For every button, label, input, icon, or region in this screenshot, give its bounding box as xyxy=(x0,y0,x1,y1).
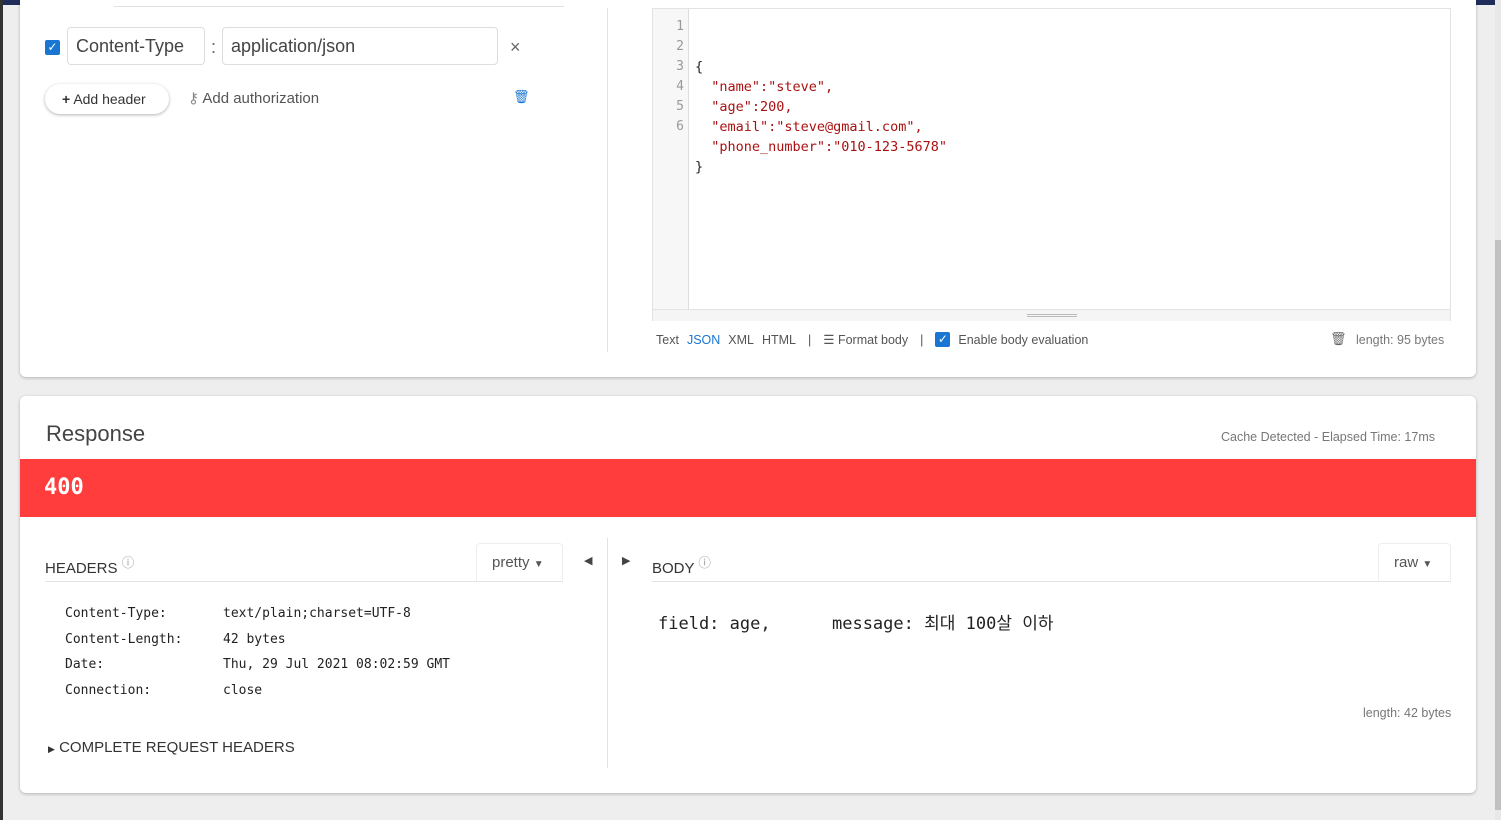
line-number: 5 xyxy=(676,99,684,114)
header-value: text/plain;charset=UTF-8 xyxy=(223,606,411,621)
window-edge xyxy=(0,0,3,820)
body-editor[interactable]: 1 2 3 4 5 6 { "name":"steve", "age":200, "ema… xyxy=(652,8,1451,321)
format-text[interactable]: Text xyxy=(656,333,679,347)
header-value: close xyxy=(223,683,263,699)
headers-list: Content-Type: text/plain;charset=UTF-8 Co… xyxy=(65,601,450,704)
format-body-button[interactable]: ☰ Format body xyxy=(823,332,908,347)
header-key: Connection: xyxy=(65,683,152,699)
code-line: "age":200, xyxy=(695,99,793,115)
complete-request-headers-toggle[interactable]: ▶ COMPLETE REQUEST HEADERS xyxy=(48,739,295,756)
raw-dropdown[interactable]: raw ▼ xyxy=(1378,543,1451,581)
header-value-input[interactable]: application/json xyxy=(222,27,498,65)
header-name-input[interactable]: Content-Type xyxy=(67,27,205,65)
caret-right-icon: ▶ xyxy=(48,744,55,754)
format-json[interactable]: JSON xyxy=(687,333,720,347)
header-key: Content-Length: xyxy=(65,631,183,647)
code-line: "phone_number":"010-123-5678" xyxy=(695,139,947,155)
add-header-label: Add header xyxy=(73,91,146,107)
header-value: Thu, 29 Jul 2021 08:02:59 GMT xyxy=(223,657,450,673)
scrollbar[interactable] xyxy=(1495,0,1501,820)
divider xyxy=(607,8,608,352)
divider xyxy=(114,6,564,7)
status-code-bar: 400 xyxy=(20,459,1476,517)
separator: | xyxy=(808,332,812,347)
request-panel: ✓ Content-Type : application/json × + Ad… xyxy=(20,0,1476,377)
format-html[interactable]: HTML xyxy=(762,333,796,347)
complete-headers-label: COMPLETE REQUEST HEADERS xyxy=(59,739,295,756)
line-number: 2 xyxy=(676,39,684,54)
header-key: Content-Type: xyxy=(65,606,167,621)
caret-down-icon: ▼ xyxy=(1422,559,1433,570)
body-label: BODY ⓘ xyxy=(652,552,711,577)
response-length: length: 42 bytes xyxy=(1363,706,1452,720)
elapsed-time: Cache Detected - Elapsed Time: 17ms xyxy=(1221,430,1435,444)
raw-label: raw xyxy=(1394,554,1419,571)
pretty-label: pretty xyxy=(492,554,530,571)
format-body-label: Format body xyxy=(837,333,909,347)
trash-icon[interactable]: 🗑 xyxy=(1330,331,1347,347)
help-icon[interactable]: ⓘ xyxy=(122,556,135,570)
line-number: 3 xyxy=(676,59,684,74)
body-toolbar: Text JSON XML HTML | ☰ Format body | ✓ E… xyxy=(656,332,1088,347)
line-number: 1 xyxy=(676,19,684,34)
code-line: } xyxy=(695,159,704,175)
align-icon: ☰ xyxy=(823,333,835,347)
scrollbar-thumb[interactable] xyxy=(1495,240,1501,810)
header-enabled-checkbox[interactable]: ✓ xyxy=(45,40,60,55)
trash-icon[interactable]: 🗑 xyxy=(513,89,530,105)
response-panel: Response Cache Detected - Elapsed Time: … xyxy=(20,396,1476,793)
line-numbers: 1 2 3 4 5 6 xyxy=(653,9,689,309)
headers-label: HEADERS ⓘ xyxy=(45,552,134,577)
body-text: BODY xyxy=(652,560,695,577)
header-row: Content-Type: text/plain;charset=UTF-8 xyxy=(65,601,450,627)
headers-text: HEADERS xyxy=(45,560,118,577)
divider xyxy=(652,581,1451,582)
body-length: length: 95 bytes xyxy=(1356,333,1445,347)
resize-handle[interactable] xyxy=(653,309,1450,321)
header-key: Date: xyxy=(65,657,105,673)
code-line: "name":"steve", xyxy=(695,79,834,95)
key-icon: ⚷ xyxy=(188,90,199,107)
line-number: 6 xyxy=(676,119,684,134)
format-xml[interactable]: XML xyxy=(728,333,754,347)
remove-header-icon[interactable]: × xyxy=(510,37,521,58)
line-number: 4 xyxy=(676,79,684,94)
header-row: Content-Length: 42 bytes xyxy=(65,627,450,653)
code-content: { "name":"steve", "age":200, "email":"st… xyxy=(695,17,947,217)
help-icon[interactable]: ⓘ xyxy=(698,556,711,570)
caret-down-icon: ▼ xyxy=(533,559,544,570)
enable-eval-checkbox[interactable]: ✓ xyxy=(935,332,951,347)
divider xyxy=(607,538,608,768)
separator: | xyxy=(920,332,924,347)
header-value: 42 bytes xyxy=(223,631,286,647)
header-row: Connection: close xyxy=(65,678,450,704)
expand-right-icon[interactable]: ▶ xyxy=(622,554,630,567)
divider xyxy=(45,581,563,582)
code-line: { xyxy=(695,59,704,75)
add-authorization-link[interactable]: ⚷ Add authorization xyxy=(188,89,319,107)
add-header-button[interactable]: + Add header xyxy=(45,84,169,114)
enable-eval-label: Enable body evaluation xyxy=(958,332,1089,347)
plus-icon: + xyxy=(62,91,71,107)
separator: : xyxy=(211,37,217,57)
pretty-dropdown[interactable]: pretty ▼ xyxy=(476,543,563,581)
add-authorization-label: Add authorization xyxy=(202,90,320,107)
header-row: Date: Thu, 29 Jul 2021 08:02:59 GMT xyxy=(65,652,450,678)
response-title: Response xyxy=(46,421,146,446)
code-line: "email":"steve@gmail.com", xyxy=(695,119,923,135)
collapse-left-icon[interactable]: ◀ xyxy=(584,554,592,567)
response-body: field: age, message: 최대 100살 이하 xyxy=(658,614,1054,634)
